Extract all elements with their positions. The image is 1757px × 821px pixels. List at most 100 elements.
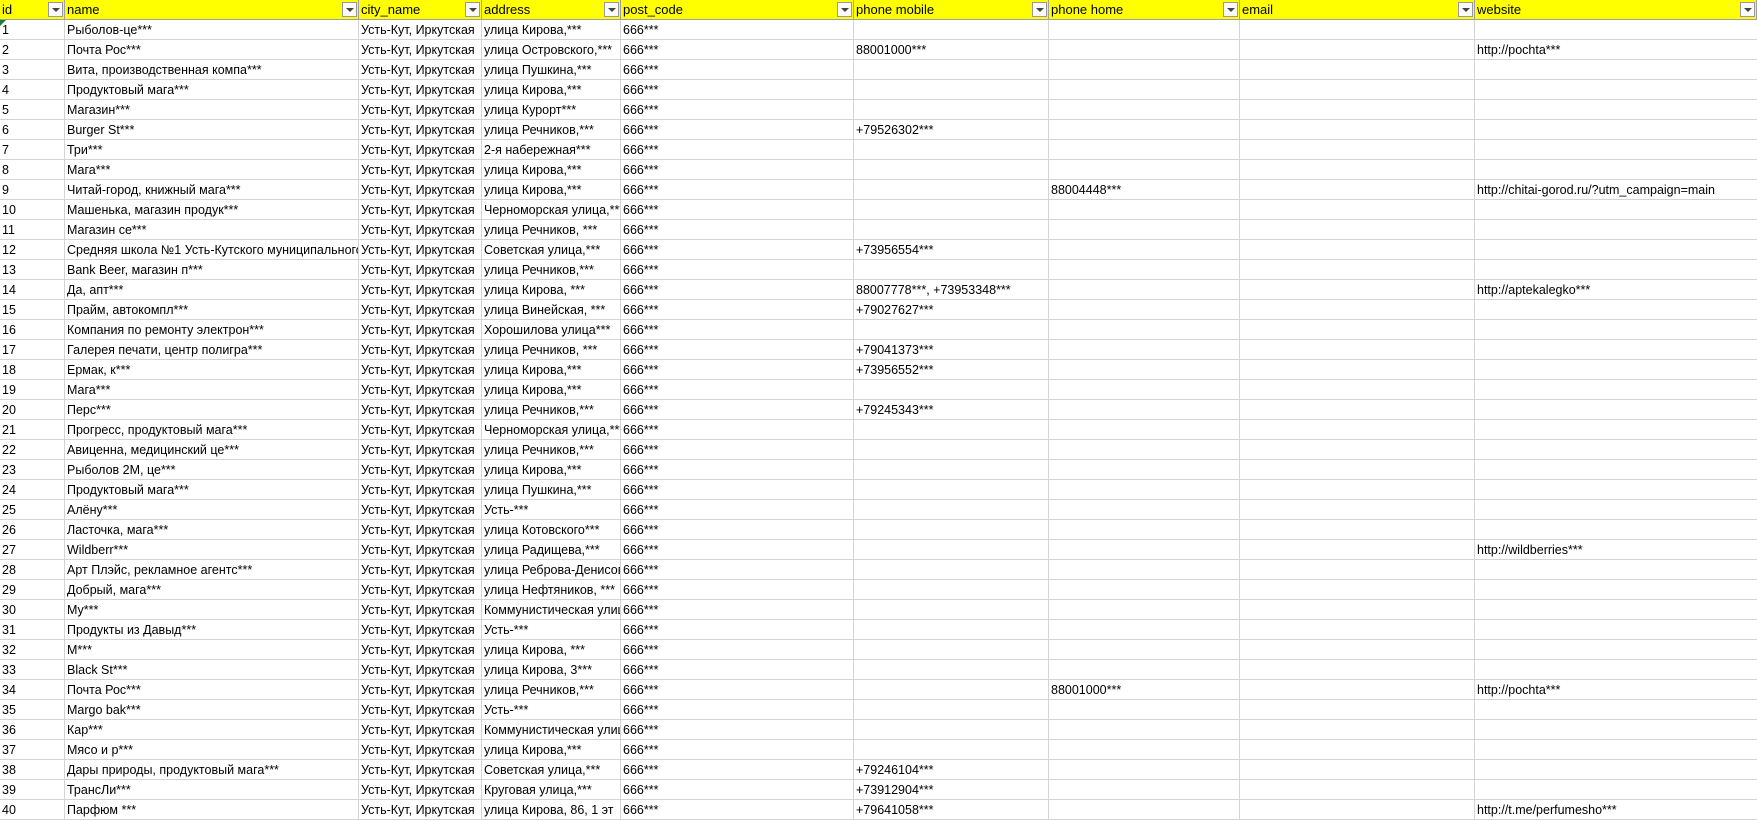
cell-email[interactable] bbox=[1240, 620, 1475, 640]
cell-website[interactable] bbox=[1475, 320, 1757, 340]
cell-city-name[interactable]: Усть-Кут, Иркутская bbox=[359, 480, 482, 500]
cell-phone-home[interactable]: 88004448*** bbox=[1049, 180, 1240, 200]
cell-city-name[interactable]: Усть-Кут, Иркутская bbox=[359, 580, 482, 600]
cell-website[interactable] bbox=[1475, 720, 1757, 740]
cell-address[interactable]: улица Реброва-Денисова bbox=[482, 560, 621, 580]
cell-address[interactable]: улица Кирова,*** bbox=[482, 460, 621, 480]
cell-city-name[interactable]: Усть-Кут, Иркутская bbox=[359, 120, 482, 140]
cell-website[interactable] bbox=[1475, 740, 1757, 760]
cell-address[interactable]: улица Кирова,*** bbox=[482, 180, 621, 200]
cell-email[interactable] bbox=[1240, 320, 1475, 340]
cell-post-code[interactable]: 666*** bbox=[621, 60, 854, 80]
cell-id[interactable]: 9 bbox=[0, 180, 65, 200]
cell-email[interactable] bbox=[1240, 760, 1475, 780]
cell-id[interactable]: 23 bbox=[0, 460, 65, 480]
cell-post-code[interactable]: 666*** bbox=[621, 80, 854, 100]
cell-phone-mobile[interactable] bbox=[854, 20, 1049, 40]
column-header-phone-home[interactable]: phone home bbox=[1049, 0, 1240, 20]
cell-city-name[interactable]: Усть-Кут, Иркутская bbox=[359, 540, 482, 560]
cell-phone-mobile[interactable] bbox=[854, 80, 1049, 100]
cell-website[interactable] bbox=[1475, 700, 1757, 720]
cell-city-name[interactable]: Усть-Кут, Иркутская bbox=[359, 800, 482, 820]
cell-phone-mobile[interactable]: +73912904*** bbox=[854, 780, 1049, 800]
cell-address[interactable]: Круговая улица,*** bbox=[482, 780, 621, 800]
cell-website[interactable] bbox=[1475, 240, 1757, 260]
cell-id[interactable]: 38 bbox=[0, 760, 65, 780]
cell-phone-mobile[interactable] bbox=[854, 60, 1049, 80]
cell-email[interactable] bbox=[1240, 120, 1475, 140]
cell-phone-mobile[interactable] bbox=[854, 140, 1049, 160]
cell-website[interactable] bbox=[1475, 660, 1757, 680]
cell-id[interactable]: 20 bbox=[0, 400, 65, 420]
cell-id[interactable]: 40 bbox=[0, 800, 65, 820]
cell-phone-home[interactable] bbox=[1049, 260, 1240, 280]
cell-name[interactable]: Рыболов-це*** bbox=[65, 20, 359, 40]
cell-name[interactable]: Магазин се*** bbox=[65, 220, 359, 240]
cell-website[interactable] bbox=[1475, 300, 1757, 320]
column-header-address[interactable]: address bbox=[482, 0, 621, 20]
cell-website[interactable]: http://pochta*** bbox=[1475, 680, 1757, 700]
cell-address[interactable]: Усть-*** bbox=[482, 700, 621, 720]
cell-phone-home[interactable] bbox=[1049, 780, 1240, 800]
cell-id[interactable]: 37 bbox=[0, 740, 65, 760]
cell-phone-home[interactable] bbox=[1049, 200, 1240, 220]
cell-id[interactable]: 16 bbox=[0, 320, 65, 340]
cell-id[interactable]: 34 bbox=[0, 680, 65, 700]
cell-name[interactable]: Машенька, магазин продук*** bbox=[65, 200, 359, 220]
cell-address[interactable]: улица Речников,*** bbox=[482, 400, 621, 420]
cell-email[interactable] bbox=[1240, 140, 1475, 160]
cell-email[interactable] bbox=[1240, 680, 1475, 700]
cell-phone-mobile[interactable] bbox=[854, 680, 1049, 700]
cell-post-code[interactable]: 666*** bbox=[621, 340, 854, 360]
cell-id[interactable]: 1 bbox=[0, 20, 65, 40]
cell-email[interactable] bbox=[1240, 300, 1475, 320]
cell-website[interactable] bbox=[1475, 480, 1757, 500]
cell-phone-mobile[interactable] bbox=[854, 540, 1049, 560]
cell-name[interactable]: Компания по ремонту электрон*** bbox=[65, 320, 359, 340]
cell-website[interactable] bbox=[1475, 340, 1757, 360]
cell-city-name[interactable]: Усть-Кут, Иркутская bbox=[359, 140, 482, 160]
cell-id[interactable]: 24 bbox=[0, 480, 65, 500]
cell-name[interactable]: Bank Beer, магазин п*** bbox=[65, 260, 359, 280]
cell-id[interactable]: 2 bbox=[0, 40, 65, 60]
filter-dropdown-icon[interactable] bbox=[342, 2, 357, 17]
cell-phone-mobile[interactable] bbox=[854, 440, 1049, 460]
cell-email[interactable] bbox=[1240, 100, 1475, 120]
cell-address[interactable]: улица Радищева,*** bbox=[482, 540, 621, 560]
cell-phone-mobile[interactable] bbox=[854, 500, 1049, 520]
cell-city-name[interactable]: Усть-Кут, Иркутская bbox=[359, 780, 482, 800]
cell-email[interactable] bbox=[1240, 80, 1475, 100]
cell-city-name[interactable]: Усть-Кут, Иркутская bbox=[359, 300, 482, 320]
cell-name[interactable]: Мага*** bbox=[65, 160, 359, 180]
cell-email[interactable] bbox=[1240, 580, 1475, 600]
cell-phone-mobile[interactable] bbox=[854, 260, 1049, 280]
cell-city-name[interactable]: Усть-Кут, Иркутская bbox=[359, 740, 482, 760]
cell-website[interactable]: http://t.me/perfumesho*** bbox=[1475, 800, 1757, 820]
column-header-post-code[interactable]: post_code bbox=[621, 0, 854, 20]
cell-id[interactable]: 7 bbox=[0, 140, 65, 160]
cell-city-name[interactable]: Усть-Кут, Иркутская bbox=[359, 520, 482, 540]
cell-city-name[interactable]: Усть-Кут, Иркутская bbox=[359, 360, 482, 380]
cell-website[interactable]: http://aptekalegko*** bbox=[1475, 280, 1757, 300]
cell-name[interactable]: Рыболов 2М, це*** bbox=[65, 460, 359, 480]
cell-phone-mobile[interactable] bbox=[854, 620, 1049, 640]
cell-id[interactable]: 4 bbox=[0, 80, 65, 100]
cell-phone-home[interactable] bbox=[1049, 580, 1240, 600]
cell-phone-mobile[interactable]: 88001000*** bbox=[854, 40, 1049, 60]
cell-city-name[interactable]: Усть-Кут, Иркутская bbox=[359, 20, 482, 40]
cell-id[interactable]: 33 bbox=[0, 660, 65, 680]
cell-city-name[interactable]: Усть-Кут, Иркутская bbox=[359, 560, 482, 580]
cell-phone-mobile[interactable]: +79246104*** bbox=[854, 760, 1049, 780]
cell-city-name[interactable]: Усть-Кут, Иркутская bbox=[359, 100, 482, 120]
cell-id[interactable]: 39 bbox=[0, 780, 65, 800]
cell-website[interactable]: http://chitai-gorod.ru/?utm_campaign=mai… bbox=[1475, 180, 1757, 200]
cell-website[interactable] bbox=[1475, 100, 1757, 120]
cell-phone-mobile[interactable] bbox=[854, 480, 1049, 500]
cell-phone-home[interactable] bbox=[1049, 620, 1240, 640]
cell-name[interactable]: Парфюм *** bbox=[65, 800, 359, 820]
cell-phone-mobile[interactable] bbox=[854, 600, 1049, 620]
cell-name[interactable]: Три*** bbox=[65, 140, 359, 160]
cell-email[interactable] bbox=[1240, 60, 1475, 80]
cell-address[interactable]: улица Островского,*** bbox=[482, 40, 621, 60]
cell-id[interactable]: 21 bbox=[0, 420, 65, 440]
